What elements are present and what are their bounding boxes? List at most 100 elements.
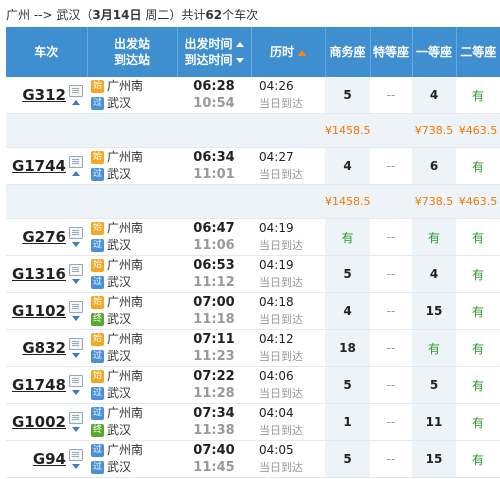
- header-duration[interactable]: 历时: [251, 27, 326, 77]
- table-row[interactable]: G1002 过广州南终武汉 07:34 11:38 04:04 当日到达 1 -- 11 有: [6, 403, 500, 441]
- departure-time: 06:28: [193, 79, 235, 94]
- sort-down-icon[interactable]: [235, 58, 244, 63]
- business-seat: 5: [325, 255, 370, 293]
- stops-list-icon[interactable]: [69, 449, 83, 461]
- stops-list-icon[interactable]: [69, 412, 83, 424]
- stations-cell: 过广州南过武汉: [87, 440, 177, 478]
- arrival-time: 11:18: [193, 312, 235, 327]
- train-number-link[interactable]: G832: [22, 339, 66, 357]
- special-seat: --: [370, 329, 412, 367]
- table-row[interactable]: G1316 始广州南过武汉 06:53 11:12 04:19 当日到达 5 -- 4 有: [6, 255, 500, 293]
- train-cell: G1002: [6, 403, 87, 441]
- from-station: 广州南: [107, 221, 144, 235]
- second-class-seat: 有: [456, 255, 500, 293]
- to-station-badge: 过: [91, 276, 104, 289]
- arrive-day: 当日到达: [259, 424, 303, 437]
- duration: 04:19: [259, 221, 294, 235]
- route-count-prefix: 共计: [181, 8, 206, 22]
- train-number-link[interactable]: G276: [22, 228, 66, 246]
- business-seat: 1: [325, 403, 370, 441]
- stops-list-icon[interactable]: [69, 85, 83, 97]
- stops-list-icon[interactable]: [69, 375, 83, 387]
- to-station: 武汉: [107, 96, 132, 110]
- arrive-day: 当日到达: [259, 168, 303, 181]
- special-seat: --: [370, 403, 412, 441]
- expand-icon[interactable]: [72, 316, 80, 321]
- stops-list-icon[interactable]: [69, 156, 83, 168]
- from-station-badge: 始: [91, 259, 104, 272]
- train-number-link[interactable]: G312: [22, 86, 66, 104]
- table-header: 车次 出发站 到达站 出发时间 到达时间 历时 商务座 特等座 一等座 二等座: [6, 27, 500, 77]
- header-stations: 出发站 到达站: [87, 27, 178, 77]
- train-number-link[interactable]: G1002: [12, 413, 66, 431]
- stops-list-icon[interactable]: [69, 227, 83, 239]
- stops-list-icon[interactable]: [69, 338, 83, 350]
- price-row: ¥1458.5 ¥738.5 ¥463.5: [6, 184, 500, 219]
- route-date: 3月14日: [92, 8, 142, 22]
- table-row[interactable]: G312 始广州南过武汉 06:28 10:54 04:26 当日到达 5 -- 4 有: [6, 77, 500, 114]
- sort-duration-icon[interactable]: [298, 49, 306, 56]
- train-number-link[interactable]: G1748: [12, 376, 66, 394]
- expand-icon[interactable]: [72, 353, 80, 358]
- expand-icon[interactable]: [72, 242, 80, 247]
- expand-icon[interactable]: [72, 279, 80, 284]
- to-station: 武汉: [107, 275, 132, 289]
- table-row[interactable]: G1102 始广州南终武汉 07:00 11:18 04:18 当日到达 4 -- 15 有: [6, 292, 500, 330]
- duration-cell: 04:12 当日到达: [251, 329, 325, 367]
- train-number-link[interactable]: G94: [33, 450, 66, 468]
- table-row[interactable]: G1744 始广州南过武汉 06:34 11:01 04:27 当日到达 4 -- 6 有: [6, 147, 500, 185]
- expand-icon[interactable]: [72, 390, 80, 395]
- table-row[interactable]: G94 过广州南过武汉 07:40 11:45 04:05 当日到达 5 -- 15 有: [6, 440, 500, 478]
- train-number-link[interactable]: G1744: [12, 157, 66, 175]
- header-special: 特等座: [370, 27, 413, 77]
- from-station: 广州南: [107, 332, 144, 346]
- from-station-badge: 始: [91, 370, 104, 383]
- table-row[interactable]: G832 始广州南过武汉 07:11 11:23 04:12 当日到达 18 -- 有有: [6, 329, 500, 367]
- stations-cell: 始广州南过武汉: [87, 218, 177, 256]
- to-station-badge: 过: [91, 239, 104, 252]
- train-number-link[interactable]: G1102: [12, 302, 66, 320]
- sort-up-icon[interactable]: [235, 42, 244, 47]
- arrive-day: 当日到达: [259, 239, 303, 252]
- route-to: 武汉: [56, 8, 81, 22]
- second-class-seat: 有: [456, 366, 500, 404]
- duration-cell: 04:06 当日到达: [251, 366, 325, 404]
- header-times[interactable]: 出发时间 到达时间: [177, 27, 252, 77]
- collapse-icon[interactable]: [72, 171, 80, 176]
- arrival-time: 11:45: [193, 460, 235, 475]
- business-seat: 4: [325, 292, 370, 330]
- expand-icon[interactable]: [72, 427, 80, 432]
- train-number-link[interactable]: G1316: [12, 265, 66, 283]
- to-station-badge: 过: [91, 97, 104, 110]
- arrival-time: 11:12: [193, 275, 235, 290]
- from-station-badge: 过: [91, 407, 104, 420]
- stops-list-icon[interactable]: [69, 301, 83, 313]
- second-class-seat: 有: [456, 218, 500, 256]
- from-station-badge: 始: [91, 296, 104, 309]
- duration-cell: 04:05 当日到达: [251, 440, 325, 478]
- business-price: ¥1458.5: [325, 113, 371, 148]
- departure-time: 06:47: [193, 221, 235, 236]
- to-station: 武汉: [107, 167, 132, 181]
- header-station-to: 到达站: [113, 53, 150, 67]
- route-count-suffix: 个车次: [222, 8, 259, 22]
- to-station-badge: 过: [91, 350, 104, 363]
- special-seat: --: [370, 77, 412, 114]
- expand-icon[interactable]: [72, 464, 80, 469]
- departure-time: 07:34: [193, 406, 235, 421]
- stops-list-icon[interactable]: [69, 264, 83, 276]
- table-row[interactable]: G1748 始广州南过武汉 07:22 11:28 04:06 当日到达 5 -- 5 有: [6, 366, 500, 404]
- duration: 04:04: [259, 406, 294, 420]
- first-class-seat: 6: [412, 147, 456, 185]
- first-class-seat: 11: [412, 403, 456, 441]
- arrival-time: 11:01: [193, 167, 235, 182]
- to-station: 武汉: [107, 460, 132, 474]
- first-class-seat: 15: [412, 440, 456, 478]
- to-station: 武汉: [107, 238, 132, 252]
- collapse-icon[interactable]: [72, 100, 80, 105]
- table-row[interactable]: G276 始广州南过武汉 06:47 11:06 04:19 当日到达有 -- 有有: [6, 218, 500, 256]
- duration: 04:12: [259, 332, 294, 346]
- header-business: 商务座: [325, 27, 371, 77]
- from-station-badge: 始: [91, 151, 104, 164]
- header-time-dep: 出发时间: [184, 37, 233, 51]
